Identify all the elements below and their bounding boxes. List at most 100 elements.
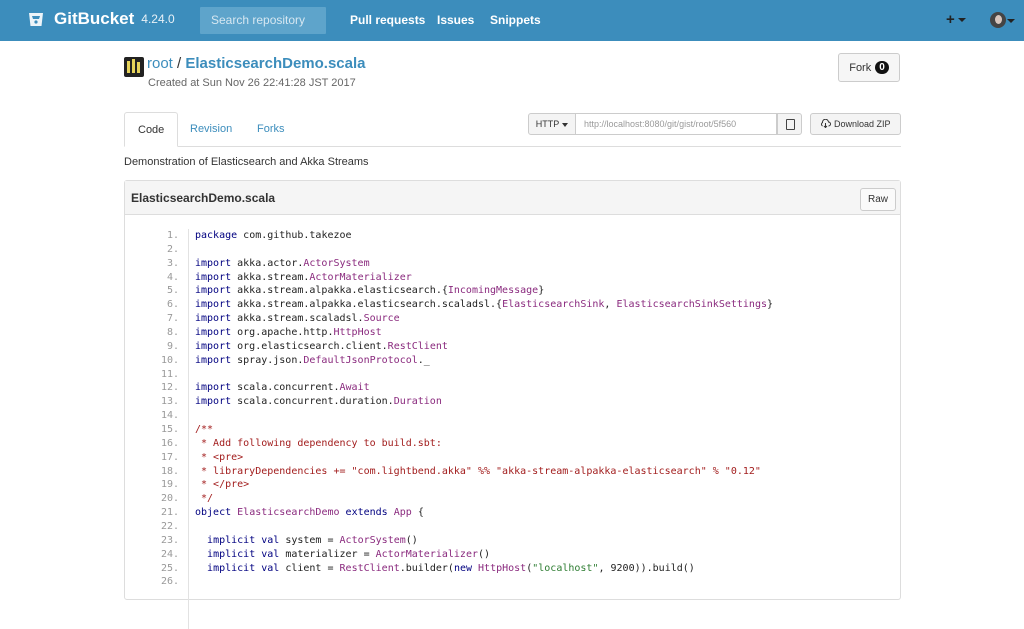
clipboard-icon xyxy=(786,119,795,130)
user-avatar[interactable] xyxy=(990,12,1006,28)
file-header: ElasticsearchDemo.scala Raw xyxy=(125,181,900,215)
line-number: 24. xyxy=(160,548,179,560)
code-text: /** xyxy=(195,424,214,436)
code-text: import spray.json.DefaultJsonProtocol._ xyxy=(195,354,430,366)
nav-issues[interactable]: Issues xyxy=(437,13,474,27)
code-line: 26. xyxy=(125,575,900,589)
code-line: 15. /** xyxy=(125,423,900,437)
brand-link[interactable]: GitBucket 4.24.0 xyxy=(26,9,175,29)
copy-url-button[interactable] xyxy=(777,113,802,135)
code-line: 5. import akka.stream.alpakka.elasticsear… xyxy=(125,284,900,298)
code-line: 20. */ xyxy=(125,492,900,506)
code-line: 1. package com.github.takezoe xyxy=(125,229,900,243)
line-number: 25. xyxy=(160,562,179,574)
plus-icon: + xyxy=(946,11,955,28)
clone-url-field[interactable]: http://localhost:8080/git/gist/root/5f56… xyxy=(575,113,777,135)
title-separator: / xyxy=(172,55,186,72)
tab-forks[interactable]: Forks xyxy=(244,112,298,146)
line-number: 18. xyxy=(160,465,179,477)
line-number: 3. xyxy=(166,257,179,269)
code-view: 1. package com.github.takezoe 2. 3. import a… xyxy=(125,229,900,589)
code-line: 16. * Add following dependency to build.… xyxy=(125,437,900,451)
code-line: 6. import akka.stream.alpakka.elasticsear… xyxy=(125,298,900,312)
line-number: 14. xyxy=(160,410,179,422)
code-text: * libraryDependencies += "com.lightbend.… xyxy=(195,465,761,477)
line-number: 7. xyxy=(166,313,179,325)
search-input[interactable]: Search repository xyxy=(200,7,326,34)
tab-code[interactable]: Code xyxy=(124,112,179,147)
download-zip-label: Download ZIP xyxy=(833,119,891,129)
code-line: 25. implicit val client = RestClient.bui… xyxy=(125,562,900,576)
code-text: */ xyxy=(195,493,214,505)
line-number: 15. xyxy=(160,424,179,436)
code-line: 13. import scala.concurrent.duration.Dura… xyxy=(125,395,900,409)
tab-revision[interactable]: Revision xyxy=(177,112,245,146)
code-line: 21. object ElasticsearchDemo extends App … xyxy=(125,506,900,520)
line-number: 5. xyxy=(166,285,179,297)
new-menu-button[interactable]: + xyxy=(946,11,966,28)
code-line: 12. import scala.concurrent.Await xyxy=(125,381,900,395)
snippet-name-link[interactable]: ElasticsearchDemo.scala xyxy=(185,55,365,72)
code-line: 19. * </pre> xyxy=(125,478,900,492)
fork-label: Fork xyxy=(849,61,872,74)
code-line: 11. xyxy=(125,368,900,382)
code-text: * <pre> xyxy=(195,451,244,463)
code-text: import scala.concurrent.duration.Duratio… xyxy=(195,396,442,408)
code-text: implicit val system = ActorSystem() xyxy=(207,534,418,546)
code-text: import org.apache.http.HttpHost xyxy=(195,327,382,339)
owner-link[interactable]: root xyxy=(147,55,173,72)
chevron-down-icon xyxy=(562,122,569,127)
brand-name: GitBucket xyxy=(54,9,135,28)
code-line: 18. * libraryDependencies += "com.lightb… xyxy=(125,465,900,479)
line-number: 1. xyxy=(166,230,179,241)
raw-button[interactable]: Raw xyxy=(860,188,896,211)
brand-version: 4.24.0 xyxy=(141,12,175,26)
code-line: 24. implicit val materializer = ActorMat… xyxy=(125,548,900,562)
code-text: import akka.stream.alpakka.elasticsearch… xyxy=(195,299,774,311)
nav-pull-requests[interactable]: Pull requests xyxy=(350,13,425,27)
line-number: 19. xyxy=(160,479,179,491)
line-number: 2. xyxy=(166,243,179,255)
chevron-down-icon xyxy=(957,18,966,23)
line-number: 17. xyxy=(160,451,179,463)
code-text: import akka.actor.ActorSystem xyxy=(195,257,370,269)
line-number: 8. xyxy=(166,327,179,339)
download-zip-button[interactable]: Download ZIP xyxy=(810,113,901,135)
nav-snippets[interactable]: Snippets xyxy=(490,13,541,27)
line-number: 11. xyxy=(160,368,179,380)
line-number: 22. xyxy=(160,521,179,533)
code-text: implicit val client = RestClient.builder… xyxy=(207,562,695,574)
code-text: import org.elasticsearch.client.RestClie… xyxy=(195,340,448,352)
line-number: 12. xyxy=(160,382,179,394)
code-line: 2. xyxy=(125,243,900,257)
file-panel: ElasticsearchDemo.scala Raw 1. package co… xyxy=(124,180,901,629)
code-line: 4. import akka.stream.ActorMaterializer xyxy=(125,271,900,285)
code-text: * Add following dependency to build.sbt: xyxy=(195,437,442,449)
code-text: import scala.concurrent.Await xyxy=(195,382,370,394)
code-text: import akka.stream.alpakka.elasticsearch… xyxy=(195,285,545,297)
chevron-down-icon xyxy=(1007,19,1015,23)
line-number: 20. xyxy=(160,493,179,505)
top-navbar: GitBucket 4.24.0 Search repository Pull … xyxy=(0,0,1024,41)
protocol-dropdown[interactable]: HTTP xyxy=(528,113,576,135)
code-line: 22. xyxy=(125,520,900,534)
line-number: 9. xyxy=(166,340,179,352)
cloud-download-icon xyxy=(821,118,832,129)
code-text: implicit val materializer = ActorMateria… xyxy=(207,548,491,560)
page-title: root / ElasticsearchDemo.scala xyxy=(147,55,366,72)
code-text: import akka.stream.scaladsl.Source xyxy=(195,313,400,325)
code-line: 3. import akka.actor.ActorSystem xyxy=(125,257,900,271)
code-line: 14. xyxy=(125,409,900,423)
fork-count-badge: 0 xyxy=(875,61,889,74)
file-name: ElasticsearchDemo.scala xyxy=(131,191,276,205)
line-number: 6. xyxy=(166,299,179,311)
code-line: 8. import org.apache.http.HttpHost xyxy=(125,326,900,340)
line-number: 16. xyxy=(160,437,179,449)
code-line: 10. import spray.json.DefaultJsonProtocol… xyxy=(125,354,900,368)
fork-button[interactable]: Fork 0 xyxy=(838,53,900,82)
code-text: * </pre> xyxy=(195,479,250,491)
created-at: Created at Sun Nov 26 22:41:28 JST 2017 xyxy=(148,77,356,89)
code-line: 23. implicit val system = ActorSystem() xyxy=(125,534,900,548)
gitbucket-logo-icon xyxy=(29,13,43,26)
line-number: 10. xyxy=(160,354,179,366)
